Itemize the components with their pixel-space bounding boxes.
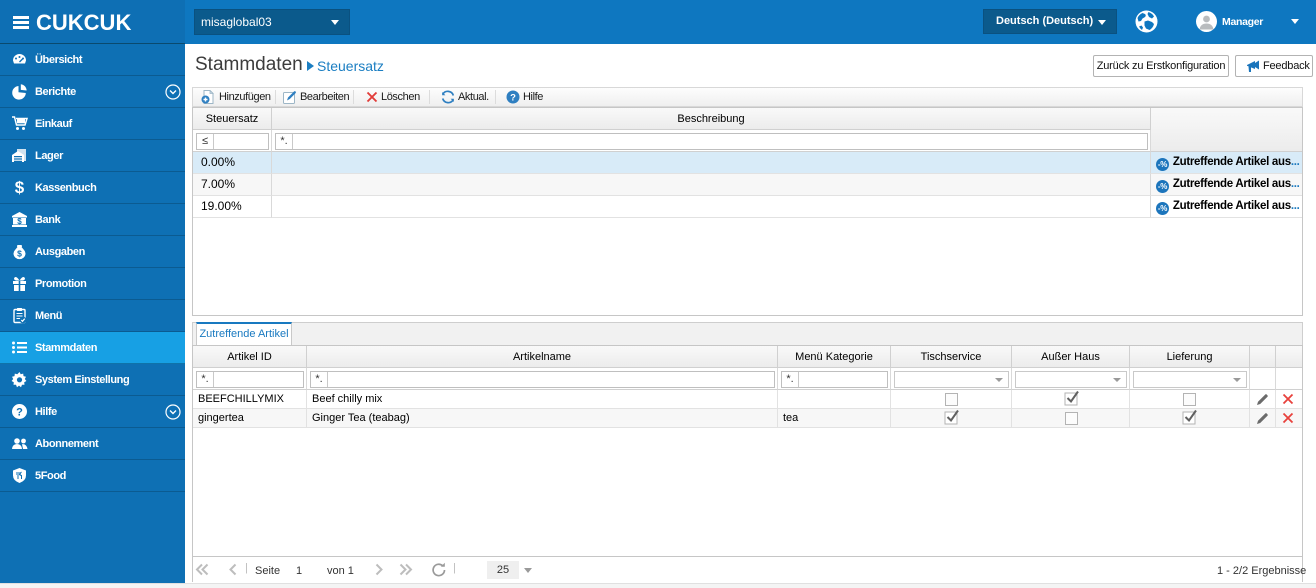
svg-text:?: ? (510, 93, 516, 104)
svg-text:?: ? (16, 407, 23, 419)
svg-text:$: $ (17, 217, 22, 226)
svg-text:$: $ (15, 179, 25, 196)
svg-text:$: $ (17, 249, 22, 259)
